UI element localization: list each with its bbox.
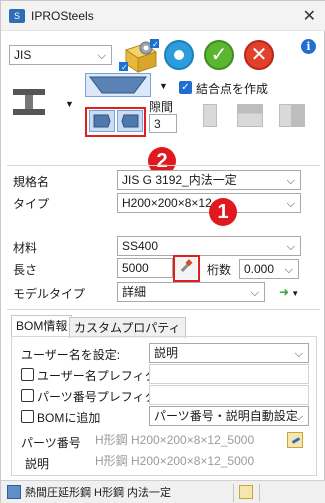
add-to-bom-label: BOMに追加 — [37, 411, 101, 425]
gap-input[interactable]: 3 — [149, 114, 177, 133]
model-type-value: 詳細 — [122, 285, 147, 299]
edit-status-icon[interactable] — [239, 485, 253, 499]
tab-bom-info[interactable]: BOM情報 — [11, 315, 73, 337]
profile-dropdown-arrow-icon[interactable]: ▼ — [65, 99, 74, 109]
standard-name-select[interactable]: JIS G 3192_内法一定 ⌵ — [117, 170, 301, 190]
model-type-select[interactable]: 詳細 ⌵ — [117, 282, 265, 302]
type-value: H200×200×8×12 — [122, 196, 212, 210]
placement-dropdown-arrow-icon[interactable]: ▼ — [159, 81, 168, 91]
end-type-corner-icon[interactable] — [237, 104, 263, 127]
svg-text:✓: ✓ — [121, 63, 128, 72]
ok-button[interactable]: ✓ — [204, 40, 234, 70]
set-user-name-value: 説明 — [154, 346, 179, 360]
svg-text:✓: ✓ — [152, 40, 159, 49]
window-close-button[interactable]: ✕ — [303, 6, 316, 26]
material-value: SS400 — [122, 239, 159, 253]
divider — [7, 309, 320, 310]
add-to-bom-checkbox[interactable] — [21, 410, 34, 423]
user-name-prefix-checkbox[interactable] — [21, 368, 34, 381]
cancel-button[interactable]: ✕ — [244, 40, 274, 70]
chevron-down-icon: ⌵ — [286, 241, 295, 253]
length-label: 長さ — [13, 263, 38, 277]
check-icon: ✓ — [210, 44, 228, 66]
material-select[interactable]: SS400 ⌵ — [117, 236, 301, 256]
material-label: 材料 — [13, 241, 38, 255]
settings-package-icon[interactable]: ✓ ✓ — [118, 38, 160, 76]
length-input[interactable]: 5000 — [117, 258, 173, 278]
profile-status-icon — [7, 485, 21, 499]
status-divider — [259, 484, 260, 502]
chevron-down-icon: ⌵ — [286, 198, 295, 210]
set-user-name-select[interactable]: 説明 ⌵ — [149, 343, 309, 363]
model-type-option-button[interactable]: ➜ ▼ — [279, 285, 303, 301]
description-input[interactable]: H形鋼 H200×200×8×12_5000 — [91, 452, 281, 472]
create-joint-checkbox[interactable]: ✓ — [179, 81, 192, 94]
annotation-box-1 — [173, 255, 200, 282]
standard-select[interactable]: JIS ⌵ — [9, 45, 112, 65]
app-logo-icon: S — [9, 9, 25, 23]
title-bar: S IPROSteels ✕ — [1, 1, 325, 31]
part-number-input[interactable]: H形鋼 H200×200×8×12_5000 — [91, 431, 281, 451]
chevron-down-icon: ⌵ — [294, 348, 303, 360]
model-type-label: モデルタイプ — [13, 287, 86, 301]
chevron-down-icon: ⌵ — [294, 411, 303, 423]
tab-custom-properties[interactable]: カスタムプロパティ — [69, 317, 186, 338]
h-beam-icon[interactable] — [11, 87, 47, 117]
status-bar: 熱間圧延形鋼 H形鋼 内法一定 — [1, 480, 325, 503]
apply-button[interactable] — [164, 40, 194, 70]
digits-label: 桁数 — [207, 263, 232, 277]
digits-value: 0.000 — [244, 262, 275, 276]
set-user-name-label: ユーザー名を設定: — [21, 348, 121, 362]
description-label: 説明 — [25, 457, 50, 471]
apply-icon — [174, 50, 184, 60]
standard-select-value: JIS — [14, 48, 32, 62]
create-joint-label: 結合点を作成 — [196, 82, 269, 96]
divider — [7, 165, 320, 166]
end-type-tee-icon[interactable] — [279, 104, 305, 127]
window-title: IPROSteels — [31, 9, 94, 23]
end-type-straight-icon[interactable] — [203, 104, 217, 127]
arrow-right-icon: ➜ — [279, 285, 290, 299]
standard-name-label: 規格名 — [13, 175, 50, 189]
part-no-prefix-checkbox[interactable] — [21, 389, 34, 402]
gap-label: 隙間 — [149, 100, 174, 114]
info-icon: i — [306, 40, 311, 53]
add-to-bom-value: パーツ番号・説明自動設定 — [154, 409, 298, 423]
close-icon: ✕ — [250, 44, 268, 66]
edit-part-number-icon[interactable] — [287, 432, 303, 448]
chevron-down-icon: ⌵ — [286, 175, 295, 187]
chevron-down-icon: ⌵ — [284, 264, 293, 276]
annotation-box-2 — [85, 107, 146, 137]
placement-image-button[interactable] — [85, 73, 151, 97]
part-no-prefix-input[interactable] — [149, 385, 309, 405]
annotation-badge-1: 1 — [209, 198, 237, 226]
chevron-down-icon: ⌵ — [250, 287, 259, 299]
standard-name-value: JIS G 3192_内法一定 — [122, 173, 237, 187]
user-name-prefix-input[interactable] — [149, 364, 309, 384]
iprosteels-window: S IPROSteels ✕ JIS ⌵ ✓ ✓ ✓ ✕ i ▼ ▼ ✓ 結合点… — [0, 0, 325, 503]
digits-select[interactable]: 0.000 ⌵ — [239, 259, 299, 279]
status-text: 熱間圧延形鋼 H形鋼 内法一定 — [25, 487, 172, 499]
chevron-down-icon: ⌵ — [97, 50, 106, 62]
part-number-label: パーツ番号 — [21, 436, 81, 450]
add-to-bom-select[interactable]: パーツ番号・説明自動設定 ⌵ — [149, 406, 309, 426]
type-label: タイプ — [13, 197, 50, 211]
status-divider — [233, 484, 234, 502]
help-button[interactable]: i — [301, 39, 316, 54]
